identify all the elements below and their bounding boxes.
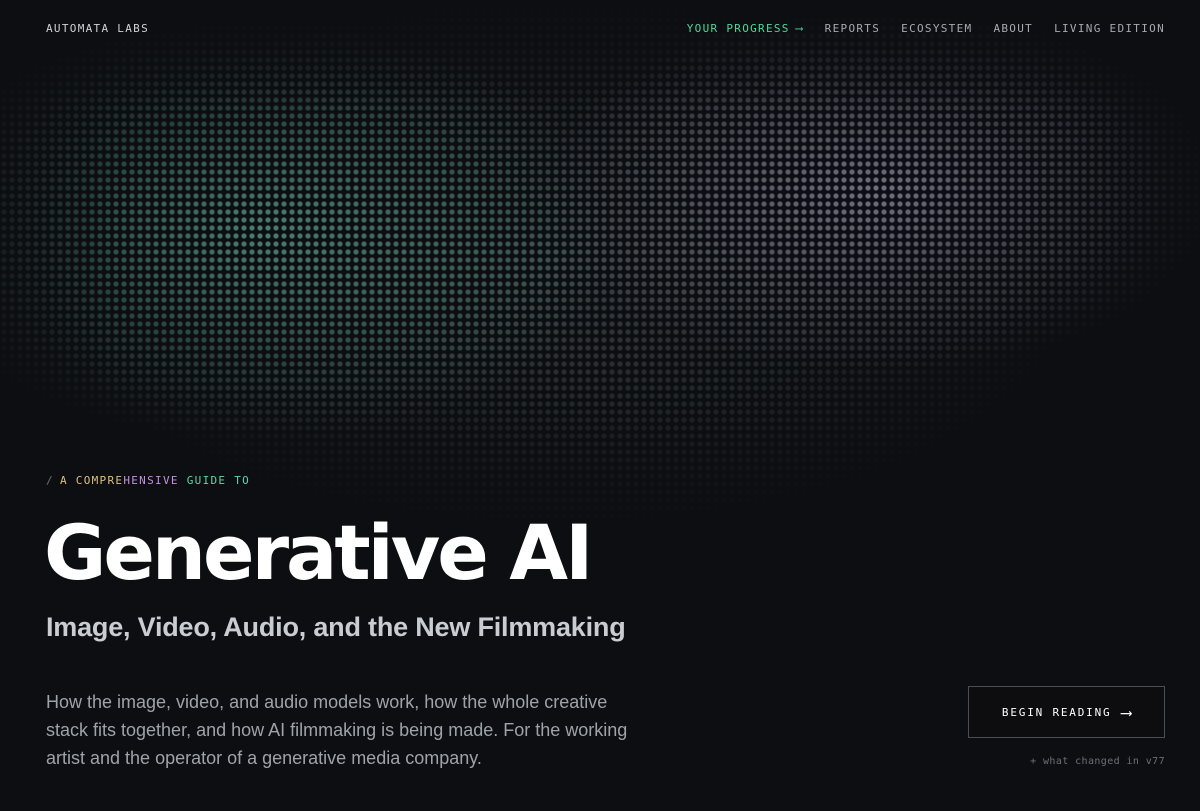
hero-description: How the image, video, and audio models w… (46, 692, 628, 768)
nav-ecosystem[interactable]: ECOSYSTEM (901, 22, 972, 35)
nav-living-edition[interactable]: LIVING EDITION (1054, 22, 1165, 35)
eyebrow-lead: A COMPRE (59, 474, 124, 487)
nav-your-progress[interactable]: YOUR PROGRESS ⟶ (687, 22, 804, 35)
changelog-link[interactable]: + what changed in v77 (1030, 756, 1165, 767)
arrow-right-icon: ⟶ (1121, 702, 1132, 722)
hero-eyebrow: / A COMPREHENSIVE GUIDE TO (46, 474, 250, 487)
begin-reading-label: BEGIN READING (1001, 705, 1112, 719)
page-subtitle: Image, Video, Audio, and the New Filmmak… (46, 612, 626, 642)
eyebrow-tail: GUIDE TO (178, 474, 251, 487)
brand-logo[interactable]: AUTOMATA LABS (46, 22, 149, 35)
eyebrow-mid: HENSIVE (123, 474, 179, 487)
begin-reading-button[interactable]: BEGIN READING ⟶ (968, 686, 1165, 738)
eyebrow-slash: / (46, 474, 54, 487)
page-title: Generative AI (44, 508, 593, 597)
nav-reports[interactable]: REPORTS (825, 22, 880, 35)
main-nav: YOUR PROGRESS ⟶ REPORTS ECOSYSTEM ABOUT L… (687, 22, 1165, 35)
nav-your-progress-label: YOUR PROGRESS (686, 22, 790, 35)
nav-about[interactable]: ABOUT (993, 22, 1033, 35)
arrow-right-icon: ⟶ (795, 22, 804, 35)
